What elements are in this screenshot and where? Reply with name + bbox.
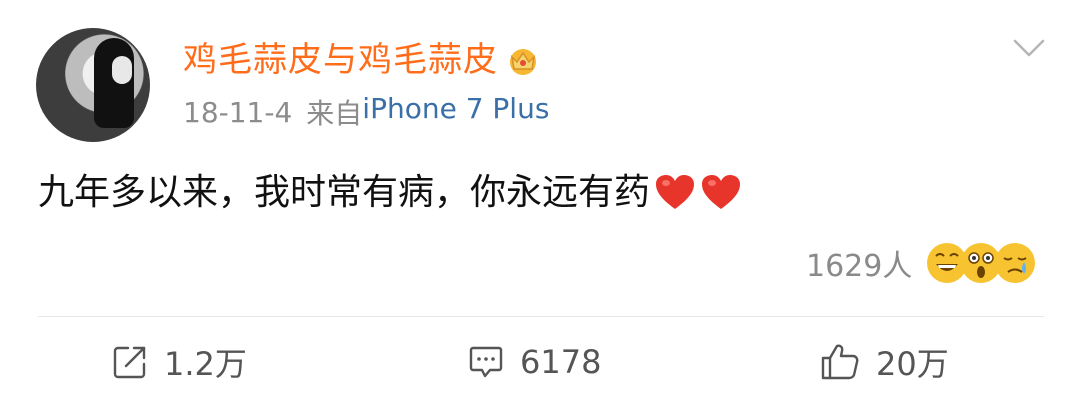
reaction-count: 1629人 (806, 249, 913, 284)
like-icon (821, 344, 859, 380)
post-source: 来自 iPhone 7 Plus (306, 92, 549, 132)
crying-emoji-icon (995, 243, 1036, 283)
username-row: 鸡毛蒜皮与鸡毛蒜皮 (183, 36, 540, 84)
crown-icon (510, 49, 536, 75)
post-body: 九年多以来，我时常有病，你永远有药 (38, 172, 651, 213)
avatar-face (112, 56, 132, 84)
source-prefix: 来自 (306, 97, 363, 130)
comment-button[interactable]: 6178 (468, 338, 601, 386)
chevron-down-icon[interactable] (1012, 36, 1046, 60)
comment-count: 6178 (520, 343, 602, 381)
post-meta: 18-11-4 来自 iPhone 7 Plus (183, 92, 549, 132)
post-text: 九年多以来，我时常有病，你永远有药 (38, 166, 742, 220)
repost-icon (113, 346, 146, 379)
weibo-post-card: 鸡毛蒜皮与鸡毛蒜皮 18-11-4 来自 iPhone 7 Plus 九年多以来… (0, 0, 1080, 413)
repost-button[interactable]: 1.2万 (112, 338, 247, 386)
heart-icon (656, 175, 695, 209)
avatar[interactable] (36, 28, 150, 142)
reactions[interactable]: 1629人 (806, 238, 1036, 288)
username[interactable]: 鸡毛蒜皮与鸡毛蒜皮 (183, 36, 498, 84)
like-count: 20万 (876, 345, 949, 383)
divider (38, 316, 1044, 317)
heart-icon (702, 175, 741, 209)
repost-count: 1.2万 (164, 345, 247, 383)
post-date: 18-11-4 (183, 95, 293, 129)
reaction-emojis (926, 242, 1036, 284)
avatar-hair (94, 38, 134, 128)
like-button[interactable]: 20万 (820, 338, 949, 386)
source-device-link[interactable]: iPhone 7 Plus (362, 92, 549, 132)
comment-icon (469, 346, 503, 378)
